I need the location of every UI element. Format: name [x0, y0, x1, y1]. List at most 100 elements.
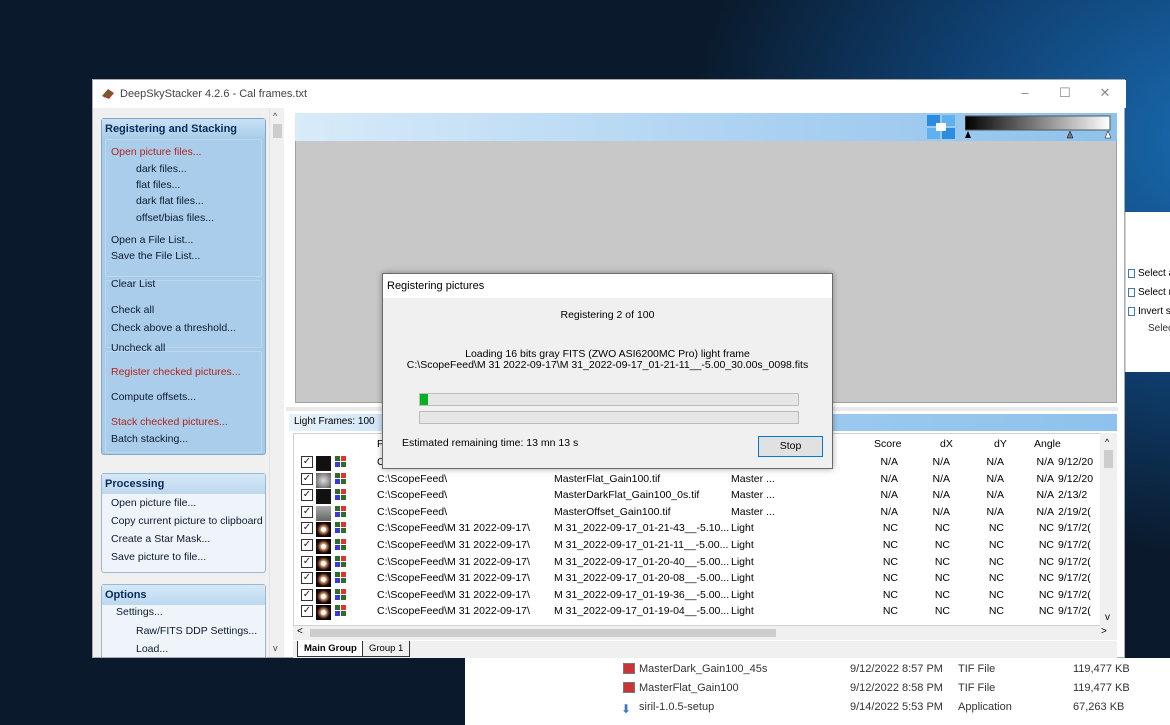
settings-link[interactable]: Settings...: [116, 606, 163, 618]
dark-files-link[interactable]: dark files...: [136, 163, 187, 175]
open-file-list-link[interactable]: Open a File List...: [111, 234, 193, 246]
tab-group-1[interactable]: Group 1: [362, 641, 411, 657]
row-checkbox[interactable]: ✓: [301, 505, 313, 518]
table-row[interactable]: ✓ C:\ScopeFeed\M 31 2022-09-17\ M 31_2022-…: [294, 554, 1104, 571]
table-row[interactable]: ✓ C:\ScopeFeed\ MasterFlat_Gain100.tif Mast…: [294, 471, 1104, 488]
list-horizontal-scrollbar[interactable]: < >: [293, 626, 1117, 640]
select-none-button[interactable]: Select n: [1126, 283, 1170, 302]
scroll-thumb[interactable]: [1104, 450, 1113, 468]
cell-score: NC: [882, 588, 898, 601]
stop-button[interactable]: Stop: [758, 436, 823, 457]
row-checkbox[interactable]: ✓: [301, 588, 313, 601]
cell-type: Master ...: [731, 489, 775, 502]
cell-dy: N/A: [986, 505, 1004, 518]
load-settings-link[interactable]: Load...: [136, 643, 168, 655]
copy-to-clipboard-link[interactable]: Copy current picture to clipboard: [111, 515, 263, 527]
histogram-levels-icon[interactable]: [965, 115, 1112, 139]
maximize-button[interactable]: ☐: [1055, 85, 1075, 101]
register-checked-link[interactable]: Register checked pictures...: [111, 366, 241, 378]
row-checkbox[interactable]: ✓: [301, 472, 313, 485]
minimize-button[interactable]: –: [1015, 85, 1035, 100]
cell-score: N/A: [880, 505, 898, 518]
scroll-down-icon[interactable]: v: [1105, 612, 1110, 623]
offset-bias-files-link[interactable]: offset/bias files...: [136, 212, 214, 224]
row-checkbox[interactable]: ✓: [301, 539, 313, 551]
cell-score: NC: [882, 605, 898, 618]
table-row[interactable]: ✓ C:\ScopeFeed\M 31 2022-09-17\ M 31_2022-…: [294, 537, 1104, 554]
create-star-mask-link[interactable]: Create a Star Mask...: [111, 533, 210, 545]
dialog-title: Registering pictures: [383, 274, 832, 298]
table-row[interactable]: ✓ C:\ScopeFeed\M 31 2022-09-17\ M 31_2022-…: [294, 520, 1104, 538]
clear-list-link[interactable]: Clear List: [111, 278, 155, 290]
progress-bar-current: [419, 393, 799, 406]
left-panel-scrollbar[interactable]: ^ v: [269, 108, 284, 657]
table-row[interactable]: ✓ C:\ScopeFeed\ MasterOffset_Gain100.tif Ma…: [294, 504, 1104, 521]
list-vertical-scrollbar[interactable]: ^ v: [1100, 433, 1117, 626]
registering-dialog: Registering pictures Registering 2 of 10…: [382, 273, 833, 469]
cell-dx: NC: [934, 555, 950, 568]
cell-path: C:\ScopeFeed\M 31 2022-09-17\: [377, 572, 530, 585]
cell-dy: NC: [988, 588, 1004, 601]
cell-type: Light: [731, 539, 754, 551]
processing-section: Processing Open picture file... Copy cur…: [101, 473, 266, 573]
bayer-pattern-icon: [335, 489, 346, 501]
select-all-button[interactable]: Select a: [1126, 264, 1170, 283]
scroll-up-icon[interactable]: ^: [273, 111, 277, 121]
scroll-down-icon[interactable]: v: [273, 643, 278, 653]
bayer-pattern-icon: [335, 472, 346, 484]
open-picture-files-link[interactable]: Open picture files...: [111, 146, 201, 158]
batch-stacking-link[interactable]: Batch stacking...: [111, 433, 188, 445]
title-bar: DeepSkyStacker 4.2.6 - Cal frames.txt – …: [93, 80, 1126, 108]
scroll-left-icon[interactable]: <: [297, 626, 303, 637]
file-row[interactable]: ⬇ siril-1.0.5-setup 9/14/2022 5:53 PM Ap…: [465, 698, 1170, 717]
table-row[interactable]: ✓ C:\ScopeFeed\M 31 2022-09-17\ M 31_2022-…: [294, 570, 1104, 588]
scroll-thumb[interactable]: [310, 629, 776, 637]
cell-type: Master ...: [731, 505, 775, 518]
raw-fits-settings-link[interactable]: Raw/FITS DDP Settings...: [136, 625, 257, 637]
scroll-thumb[interactable]: [273, 124, 282, 138]
cell-path: C:\ScopeFeed\M 31 2022-09-17\: [377, 539, 530, 551]
close-button[interactable]: ✕: [1095, 85, 1115, 101]
scroll-right-icon[interactable]: >: [1101, 626, 1107, 637]
row-checkbox[interactable]: ✓: [301, 489, 313, 502]
save-picture-link[interactable]: Save picture to file...: [111, 551, 206, 563]
dark-flat-files-link[interactable]: dark flat files...: [136, 195, 204, 207]
file-row[interactable]: MasterDark_Gain100_45s 9/12/2022 8:57 PM…: [465, 660, 1170, 679]
uncheck-all-link[interactable]: Uncheck all: [111, 342, 165, 354]
group-tabs: Main Group Group 1: [293, 641, 1117, 658]
bayer-pattern-icon: [335, 605, 346, 617]
flat-files-link[interactable]: flat files...: [136, 179, 180, 191]
cell-file: MasterDarkFlat_Gain100_0s.tif: [554, 489, 700, 502]
cell-dy: NC: [988, 539, 1004, 551]
row-checkbox[interactable]: ✓: [301, 572, 313, 585]
row-checkbox[interactable]: ✓: [301, 522, 313, 535]
check-above-threshold-link[interactable]: Check above a threshold...: [111, 322, 236, 334]
open-picture-file-link[interactable]: Open picture file...: [111, 497, 196, 509]
compute-offsets-link[interactable]: Compute offsets...: [111, 391, 196, 403]
save-file-list-link[interactable]: Save the File List...: [111, 250, 200, 262]
cell-angle: NC: [1038, 522, 1054, 535]
table-row[interactable]: ✓ C:\ScopeFeed\M 31 2022-09-17\ M 31_2022-…: [294, 587, 1104, 604]
table-row[interactable]: ✓ C:\ScopeFeed\ MasterDarkFlat_Gain100_0s.…: [294, 487, 1104, 505]
row-checkbox[interactable]: ✓: [301, 555, 313, 568]
cell-dy: NC: [988, 555, 1004, 568]
tab-main-group[interactable]: Main Group: [297, 641, 364, 657]
stack-checked-link[interactable]: Stack checked pictures...: [111, 416, 228, 428]
row-checkbox[interactable]: ✓: [301, 456, 313, 468]
cell-angle: NC: [1038, 539, 1054, 551]
invert-selection-button[interactable]: Invert se: [1126, 302, 1170, 321]
cell-file: M 31_2022-09-17_01-21-43__-5.10...: [554, 522, 730, 535]
scroll-up-icon[interactable]: ^: [1105, 437, 1109, 447]
cell-file: MasterOffset_Gain100.tif: [554, 505, 671, 518]
check-all-link[interactable]: Check all: [111, 304, 154, 316]
cell-type: Light: [731, 588, 754, 601]
window-title: DeepSkyStacker 4.2.6 - Cal frames.txt: [120, 88, 308, 100]
cell-score: NC: [882, 539, 898, 551]
cell-angle: N/A: [1036, 456, 1054, 468]
cell-file: M 31_2022-09-17_01-20-40__-5.00...: [554, 555, 730, 568]
row-checkbox[interactable]: ✓: [301, 605, 313, 618]
file-row[interactable]: MasterFlat_Gain100 9/12/2022 8:58 PM TIF…: [465, 679, 1170, 698]
four-corners-icon[interactable]: [926, 114, 956, 140]
table-row[interactable]: ✓ C:\ScopeFeed\M 31 2022-09-17\ M 31_2022-…: [294, 603, 1104, 621]
cell-type: Master ...: [731, 472, 775, 485]
